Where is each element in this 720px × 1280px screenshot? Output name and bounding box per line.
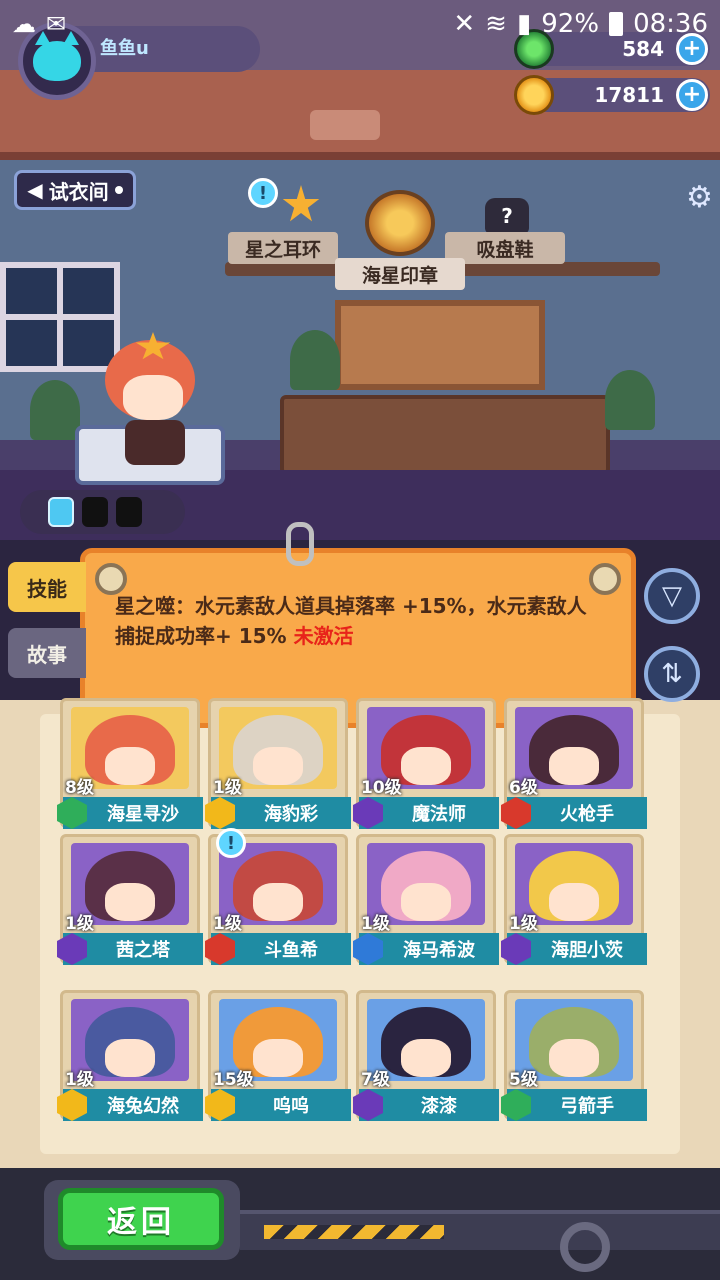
vent (310, 110, 380, 140)
character-level: 6级 (509, 778, 538, 798)
badge-label: 海星印章 (335, 258, 465, 290)
alert-icon: ! (248, 178, 278, 208)
chat-icon: ✉ (46, 10, 67, 38)
signal-icon: ▮ (516, 9, 532, 39)
gold-coin-icon (514, 75, 554, 115)
character-card[interactable]: 5级 弓箭手 (501, 990, 647, 1121)
starfish-badge-icon[interactable] (365, 190, 435, 256)
back-arrow-icon: ◀ (27, 178, 43, 202)
plant-icon (290, 330, 340, 390)
battery-text: 92% (541, 9, 600, 39)
character-level: 1级 (509, 914, 538, 934)
plant-icon (30, 380, 80, 440)
character-level: 1级 (361, 914, 390, 934)
character-card[interactable]: 10级 魔法师 (353, 698, 499, 829)
mute-icon: ✕ (453, 9, 476, 39)
hazard-stripe (264, 1225, 444, 1239)
character-preview[interactable] (95, 332, 205, 470)
tab-story[interactable]: 故事 (8, 628, 86, 678)
character-level: 7级 (361, 1070, 390, 1090)
character-card[interactable]: 1级 海马希波 (353, 834, 499, 965)
character-card[interactable]: 8级 海星寻沙 (57, 698, 203, 829)
clock-text: 08:36 (633, 9, 708, 39)
character-card[interactable]: 1级 海胆小茨 (501, 834, 647, 965)
status-right: ✕ ≋ ▮ 92% 08:36 (453, 9, 708, 39)
tab-skill[interactable]: 技能 (8, 562, 86, 612)
filter-button[interactable]: ▽ (644, 568, 700, 624)
skill-description-block: 星之噬：水元素敌人道具掉落率 +15%，水元素敌人捕捉成功率+ 15% 未激活 (115, 591, 605, 651)
character-card[interactable]: 15级 呜呜 (205, 990, 351, 1121)
weather-icon: ☁ (12, 10, 36, 38)
character-card[interactable]: 1级 海兔幻然 (57, 990, 203, 1121)
coin-count: 17811 (594, 83, 664, 107)
character-level: 5级 (509, 1070, 538, 1090)
character-card[interactable]: 1级 海豹彩 (205, 698, 351, 829)
energy-slot-filled (48, 497, 74, 527)
battery-icon (609, 12, 624, 36)
wall-frame (335, 300, 545, 390)
hanger-icon[interactable]: ⚙ (686, 180, 720, 230)
sort-button[interactable]: ⇅ (644, 646, 700, 702)
paper-clip-icon (286, 522, 314, 566)
character-level: 1级 (65, 1070, 94, 1090)
alert-icon: ! (216, 828, 246, 858)
energy-bar (20, 490, 185, 534)
character-card[interactable]: 6级 火枪手 (501, 698, 647, 829)
fitting-room-label: 试衣间 (48, 179, 109, 204)
status-bar: ☁ ✉ ✕ ≋ ▮ 92% 08:36 (0, 0, 720, 48)
status-left: ☁ ✉ (12, 10, 66, 38)
character-level: 1级 (213, 778, 242, 798)
character-card[interactable]: 1级 茜之塔 (57, 834, 203, 965)
plant-icon (605, 370, 655, 430)
earring-label: 星之耳环 (228, 232, 338, 264)
wifi-icon: ≋ (485, 9, 507, 39)
fitting-room-button[interactable]: ◀ 试衣间 (14, 170, 136, 210)
character-level: 8级 (65, 778, 94, 798)
sort-icon: ⇅ (661, 659, 683, 689)
gear-icon (560, 1222, 610, 1272)
add-coins-button[interactable]: + (676, 79, 708, 111)
filter-icon: ▽ (662, 581, 682, 611)
character-level: 10级 (361, 778, 402, 798)
character-card[interactable]: 7级 漆漆 (353, 990, 499, 1121)
character-level: 15级 (213, 1070, 254, 1090)
character-level: 1级 (213, 914, 242, 934)
dot-icon (114, 186, 123, 194)
back-button[interactable]: 返回 (58, 1188, 224, 1250)
cabinet (280, 395, 610, 475)
character-level: 1级 (65, 914, 94, 934)
energy-slot-empty (82, 497, 108, 527)
skill-status: 未激活 (293, 624, 354, 648)
energy-slot-empty (116, 497, 142, 527)
currency-coins: 17811 + (530, 78, 710, 112)
suction-shoe-icon[interactable]: ? (485, 198, 529, 234)
